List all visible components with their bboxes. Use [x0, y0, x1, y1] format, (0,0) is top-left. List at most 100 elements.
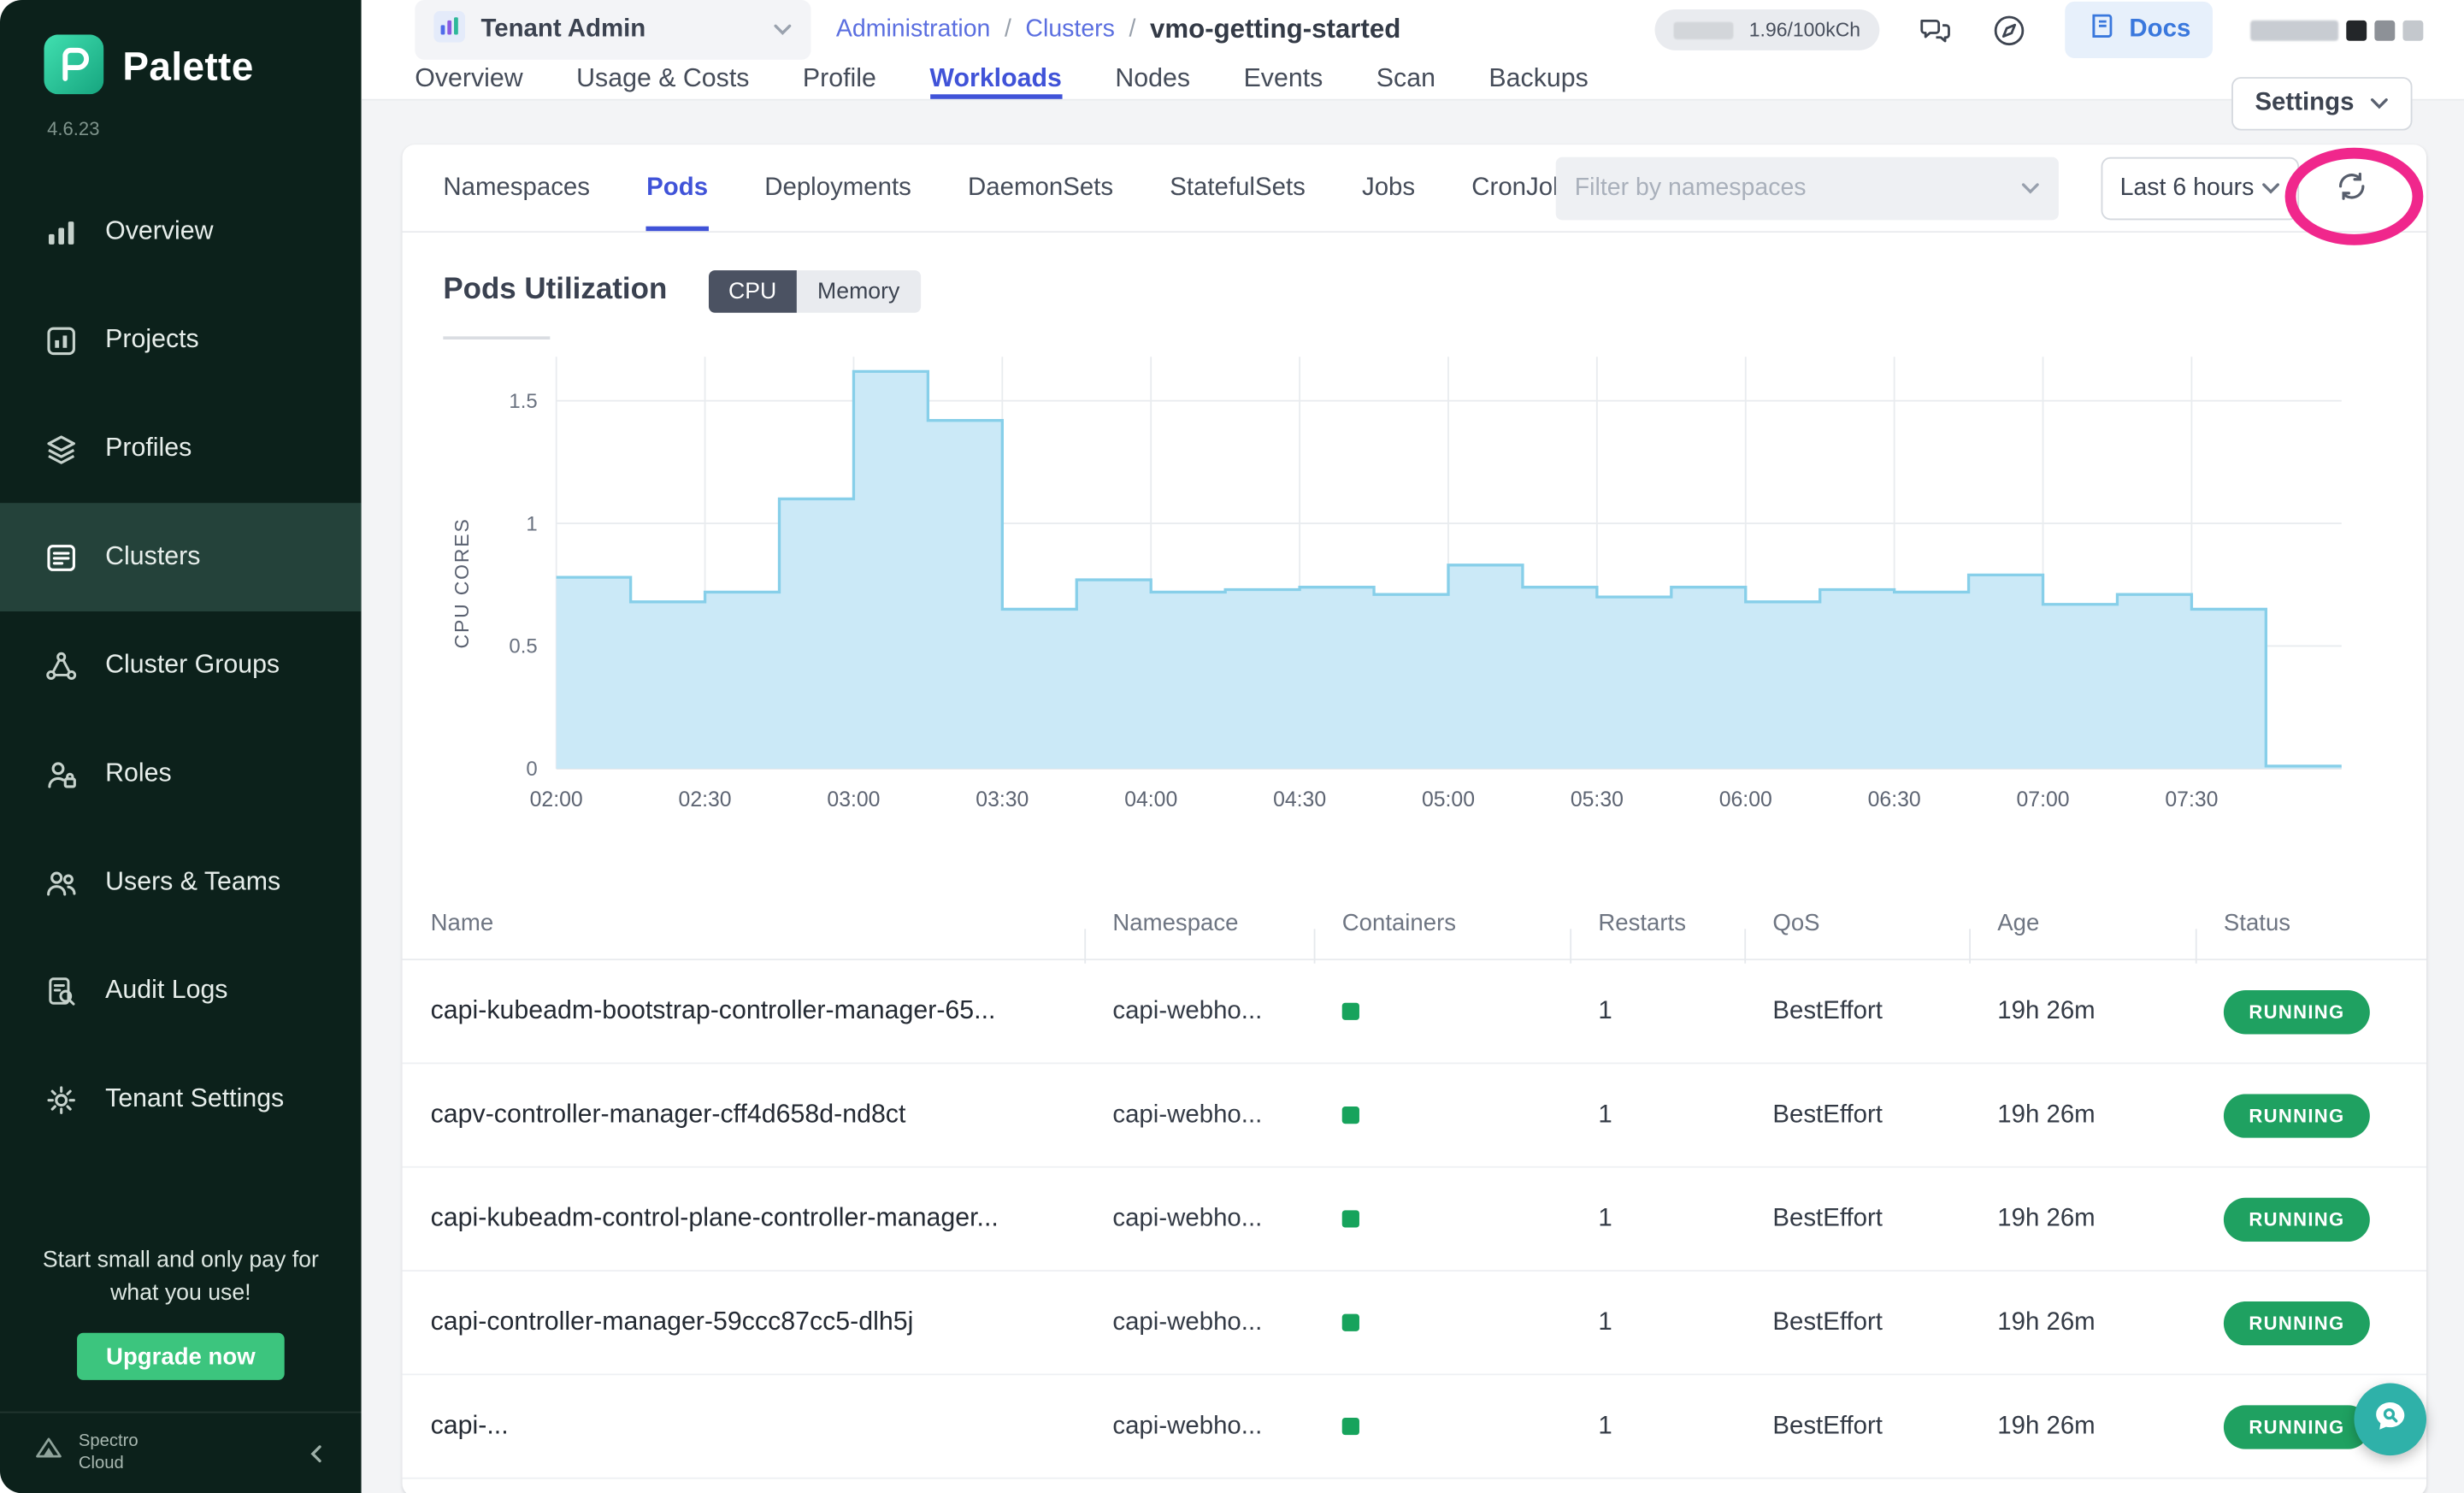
status-badge: RUNNING — [2224, 1197, 2370, 1241]
svg-text:07:00: 07:00 — [2016, 788, 2069, 811]
tenant-settings-icon — [44, 1083, 78, 1117]
pod-restarts: 1 — [1570, 1308, 1744, 1337]
sidebar-item-cluster-groups[interactable]: Cluster Groups — [0, 611, 362, 720]
container-status-square — [1342, 1106, 1359, 1124]
pod-name: capi-kubeadm-control-plane-controller-ma… — [403, 1204, 1085, 1234]
refresh-button[interactable] — [2325, 163, 2376, 214]
table-row[interactable]: capi-kubeadm-control-plane-controller-ma… — [403, 1168, 2426, 1272]
pods-table-body: capi-kubeadm-bootstrap-controller-manage… — [403, 960, 2426, 1479]
svg-text:04:00: 04:00 — [1124, 788, 1177, 811]
refresh-icon — [2334, 170, 2367, 208]
sidebar-item-overview[interactable]: Overview — [0, 178, 362, 286]
pod-containers — [1314, 997, 1571, 1025]
tab-workloads[interactable]: Workloads — [929, 60, 1061, 99]
audit-logs-icon — [44, 974, 78, 1008]
tab-usage-costs[interactable]: Usage & Costs — [576, 60, 749, 99]
sidebar-item-clusters[interactable]: Clusters — [0, 503, 362, 611]
settings-label: Settings — [2255, 90, 2354, 118]
footer-brand-line2: Cloud — [79, 1453, 139, 1473]
column-header-qos: QoS — [1744, 910, 1969, 936]
column-header-restarts: Restarts — [1570, 910, 1744, 936]
subtab-daemonsets[interactable]: DaemonSets — [968, 145, 1113, 231]
container-status-square — [1342, 1313, 1359, 1331]
subtab-pods[interactable]: Pods — [646, 145, 708, 231]
sidebar-item-roles[interactable]: Roles — [0, 720, 362, 829]
footer-brand-line1: Spectro — [79, 1432, 139, 1453]
top-bar: Tenant Admin Administration/Clusters/vmo… — [362, 0, 2464, 60]
cpu-utilization-chart: 00.511.502:0002:3003:0003:3004:0004:3005… — [443, 332, 2357, 853]
tab-scan[interactable]: Scan — [1376, 60, 1435, 99]
sidebar-item-label: Tenant Settings — [105, 1084, 284, 1114]
svg-text:CPU CORES: CPU CORES — [451, 517, 473, 648]
upgrade-now-button[interactable]: Upgrade now — [78, 1333, 284, 1380]
table-row[interactable]: capi-kubeadm-bootstrap-controller-manage… — [403, 960, 2426, 1064]
tab-nodes[interactable]: Nodes — [1115, 60, 1190, 99]
svg-text:06:00: 06:00 — [1719, 788, 1772, 811]
docs-button[interactable]: Docs — [2065, 2, 2213, 58]
metric-toggle: CPU Memory — [708, 270, 920, 313]
table-row[interactable]: capv-controller-manager-cff4d658d-nd8ctc… — [403, 1064, 2426, 1167]
sidebar-item-label: Clusters — [105, 542, 200, 572]
settings-button[interactable]: Settings — [2231, 77, 2413, 130]
sidebar-item-projects[interactable]: Projects — [0, 286, 362, 395]
tab-overview[interactable]: Overview — [415, 60, 522, 99]
memory-toggle-button[interactable]: Memory — [797, 270, 920, 313]
tenant-selector[interactable]: Tenant Admin — [415, 0, 811, 60]
svg-text:06:30: 06:30 — [1868, 788, 1921, 811]
pod-status: RUNNING — [2196, 1301, 2426, 1344]
subtab-jobs[interactable]: Jobs — [1362, 145, 1415, 231]
palette-logo-icon — [44, 34, 103, 102]
help-chat-button[interactable] — [2354, 1384, 2426, 1456]
pod-namespace: capi-webho... — [1084, 1205, 1313, 1233]
footer-brand: Spectro Cloud — [79, 1432, 139, 1473]
pod-qos: BestEffort — [1744, 1413, 1969, 1441]
pods-table: NameNamespaceContainersRestartsQoSAgeSta… — [403, 888, 2426, 1479]
tab-backups[interactable]: Backups — [1488, 60, 1588, 99]
column-header-status: Status — [2196, 910, 2426, 936]
svg-text:1.5: 1.5 — [509, 390, 537, 413]
status-badge: RUNNING — [2224, 989, 2370, 1033]
workloads-subtabs-row: Namespaces Pods Deployments DaemonSets State… — [403, 145, 2426, 233]
subtab-statefulsets[interactable]: StatefulSets — [1170, 145, 1306, 231]
svg-text:1: 1 — [526, 512, 537, 535]
pod-restarts: 1 — [1570, 997, 1744, 1025]
app-window: Palette 4.6.23 OverviewProjectsProfilesC… — [0, 0, 2464, 1493]
sidebar-item-audit-logs[interactable]: Audit Logs — [0, 937, 362, 1046]
namespace-filter[interactable]: Filter by namespaces — [1556, 157, 2059, 221]
chevron-down-icon — [2261, 182, 2280, 195]
svg-text:05:00: 05:00 — [1422, 788, 1475, 811]
content-area: Namespaces Pods Deployments DaemonSets State… — [362, 101, 2464, 1493]
pod-age: 19h 26m — [1969, 997, 2196, 1025]
pod-status: RUNNING — [2196, 989, 2426, 1033]
collapse-sidebar-icon[interactable] — [305, 1441, 330, 1466]
sidebar-item-label: Overview — [105, 217, 213, 247]
table-row[interactable]: capi-...capi-webho...1BestEffort19h 26mR… — [403, 1375, 2426, 1478]
projects-icon — [44, 323, 78, 357]
pod-status: RUNNING — [2196, 1197, 2426, 1241]
time-range-select[interactable]: Last 6 hours — [2101, 157, 2300, 221]
sidebar: Palette 4.6.23 OverviewProjectsProfilesC… — [0, 0, 362, 1493]
breadcrumb-link-clusters[interactable]: Clusters — [1025, 15, 1115, 44]
tab-events[interactable]: Events — [1244, 60, 1323, 99]
pod-age: 19h 26m — [1969, 1101, 2196, 1130]
subtab-namespaces[interactable]: Namespaces — [443, 145, 590, 231]
time-range-value: Last 6 hours — [2120, 174, 2255, 203]
container-status-square — [1342, 1418, 1359, 1435]
pod-namespace: capi-webho... — [1084, 997, 1313, 1025]
redacted-square — [2346, 20, 2367, 40]
table-row[interactable]: capi-controller-manager-59ccc87cc5-dlh5j… — [403, 1272, 2426, 1375]
column-header-age: Age — [1969, 910, 2196, 936]
svg-text:0.5: 0.5 — [509, 635, 537, 658]
tab-profile[interactable]: Profile — [803, 60, 876, 99]
cluster-tabs-row: Overview Usage & Costs Profile Workloads Nod… — [362, 60, 2464, 101]
sidebar-item-tenant-settings[interactable]: Tenant Settings — [0, 1045, 362, 1154]
breadcrumb-link-administration[interactable]: Administration — [836, 15, 991, 44]
status-badge: RUNNING — [2224, 1301, 2370, 1344]
sidebar-item-profiles[interactable]: Profiles — [0, 394, 362, 503]
cpu-toggle-button[interactable]: CPU — [708, 270, 797, 313]
compass-icon[interactable] — [1991, 12, 2027, 48]
subtab-deployments[interactable]: Deployments — [764, 145, 911, 231]
status-badge: RUNNING — [2224, 1404, 2370, 1448]
sidebar-item-users-teams[interactable]: Users & Teams — [0, 829, 362, 937]
chat-icon[interactable] — [1917, 12, 1953, 48]
